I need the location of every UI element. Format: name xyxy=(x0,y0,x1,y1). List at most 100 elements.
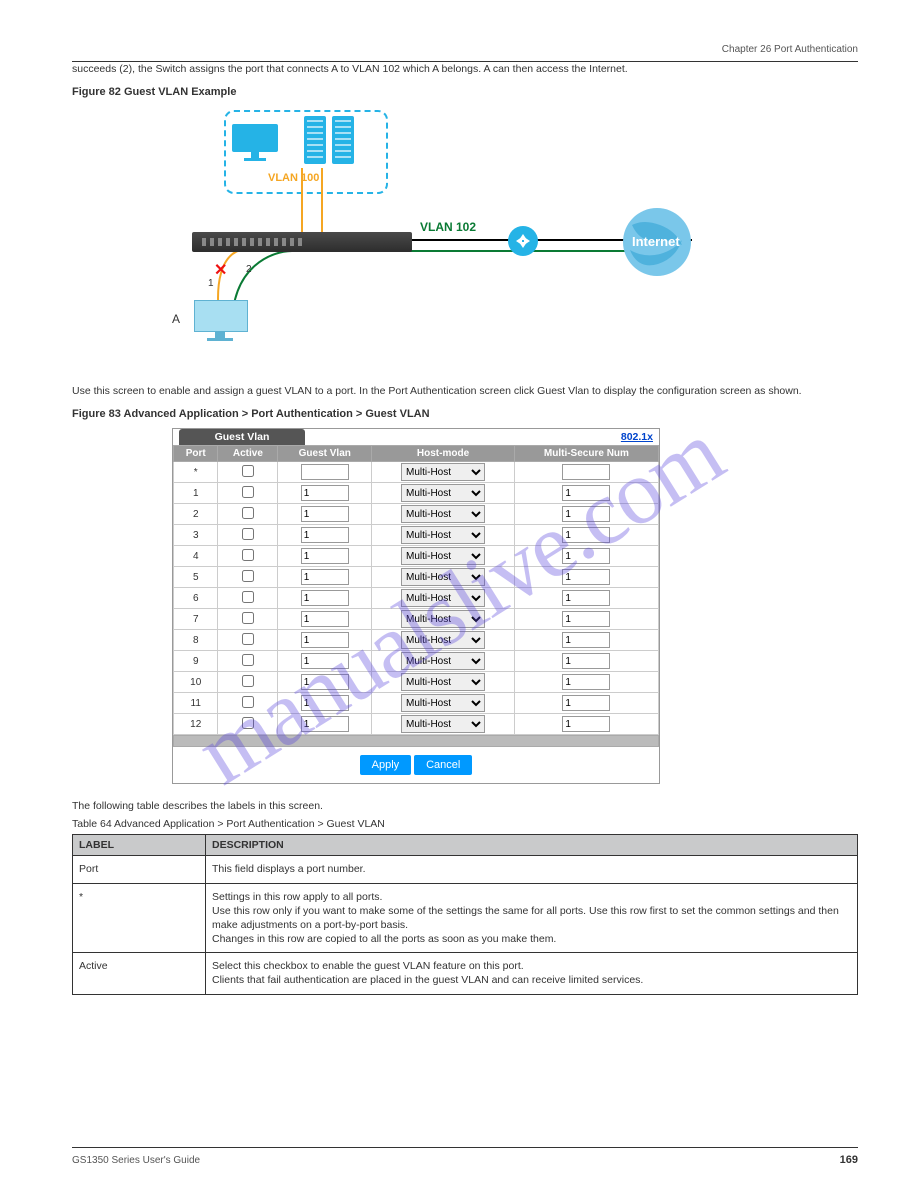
multi-secure-num-input[interactable] xyxy=(562,485,610,501)
screenshot-tab[interactable]: Guest Vlan xyxy=(179,429,305,445)
host-mode-select[interactable]: Multi-Host xyxy=(401,505,485,523)
desc-desc-cell: Settings in this row apply to all ports.… xyxy=(206,883,858,953)
active-checkbox[interactable] xyxy=(242,591,254,603)
multi-secure-num-input[interactable] xyxy=(562,632,610,648)
active-checkbox[interactable] xyxy=(242,570,254,582)
guest-vlan-table: PortActiveGuest VlanHost-modeMulti-Secur… xyxy=(173,445,659,735)
multi-secure-num-input[interactable] xyxy=(562,611,610,627)
col-header: Multi-Secure Num xyxy=(514,446,658,462)
port-cell: 11 xyxy=(174,693,218,714)
guest-vlan-input[interactable] xyxy=(301,674,349,690)
multi-secure-num-input[interactable] xyxy=(562,716,610,732)
active-checkbox[interactable] xyxy=(242,549,254,561)
guest-vlan-input[interactable] xyxy=(301,527,349,543)
internet-label: Internet xyxy=(632,234,680,249)
server-icon-2 xyxy=(332,116,354,164)
desc-th-desc: DESCRIPTION xyxy=(206,835,858,856)
guest-vlan-input[interactable] xyxy=(301,506,349,522)
guest-vlan-input[interactable] xyxy=(301,632,349,648)
host-mode-select[interactable]: Multi-Host xyxy=(401,610,485,628)
guest-vlan-input[interactable] xyxy=(301,464,349,480)
multi-secure-num-input[interactable] xyxy=(562,464,610,480)
guest-vlan-input[interactable] xyxy=(301,590,349,606)
figure-82-title: Figure 82 Guest VLAN Example xyxy=(72,86,858,98)
multi-secure-num-input[interactable] xyxy=(562,695,610,711)
guest-vlan-screenshot: Guest Vlan 802.1x PortActiveGuest VlanHo… xyxy=(172,428,660,784)
port-cell: 9 xyxy=(174,651,218,672)
cancel-button[interactable]: Cancel xyxy=(414,755,472,775)
port-cell: 3 xyxy=(174,525,218,546)
paragraph-intro: succeeds (2), the Switch assigns the por… xyxy=(72,62,858,76)
port-cell: 8 xyxy=(174,630,218,651)
vlan100-label: VLAN 100 xyxy=(268,172,319,184)
multi-secure-num-input[interactable] xyxy=(562,548,610,564)
apply-button[interactable]: Apply xyxy=(360,755,412,775)
port-cell: 12 xyxy=(174,714,218,735)
host-mode-select[interactable]: Multi-Host xyxy=(401,589,485,607)
host-mode-select[interactable]: Multi-Host xyxy=(401,568,485,586)
monitor-icon xyxy=(232,124,278,160)
active-checkbox[interactable] xyxy=(242,465,254,477)
desc-label-cell: Active xyxy=(73,953,206,994)
host-mode-select[interactable]: Multi-Host xyxy=(401,652,485,670)
desc-label-cell: Port xyxy=(73,856,206,883)
host-mode-select[interactable]: Multi-Host xyxy=(401,463,485,481)
port-cell: 2 xyxy=(174,504,218,525)
guest-vlan-input[interactable] xyxy=(301,485,349,501)
multi-secure-num-input[interactable] xyxy=(562,590,610,606)
port-cell: 6 xyxy=(174,588,218,609)
desc-desc-cell: Select this checkbox to enable the guest… xyxy=(206,953,858,994)
link-8021x[interactable]: 802.1x xyxy=(621,431,653,443)
active-checkbox[interactable] xyxy=(242,507,254,519)
x-mark-icon: ✕ xyxy=(214,260,227,280)
active-checkbox[interactable] xyxy=(242,633,254,645)
desc-label-cell: * xyxy=(73,883,206,953)
host-mode-select[interactable]: Multi-Host xyxy=(401,484,485,502)
vlan102-label: VLAN 102 xyxy=(420,220,476,234)
active-checkbox[interactable] xyxy=(242,675,254,687)
paragraph-body2: Use this screen to enable and assign a g… xyxy=(72,384,858,398)
active-checkbox[interactable] xyxy=(242,696,254,708)
internet-globe-icon: Internet xyxy=(612,200,702,284)
multi-secure-num-input[interactable] xyxy=(562,527,610,543)
desc-th-label: LABEL xyxy=(73,835,206,856)
port-cell: 5 xyxy=(174,567,218,588)
guest-vlan-input[interactable] xyxy=(301,569,349,585)
host-mode-select[interactable]: Multi-Host xyxy=(401,631,485,649)
host-mode-select[interactable]: Multi-Host xyxy=(401,526,485,544)
client-pc-icon xyxy=(194,300,246,342)
host-mode-select[interactable]: Multi-Host xyxy=(401,715,485,733)
host-mode-select[interactable]: Multi-Host xyxy=(401,547,485,565)
guest-vlan-input[interactable] xyxy=(301,611,349,627)
col-header: Port xyxy=(174,446,218,462)
multi-secure-num-input[interactable] xyxy=(562,569,610,585)
host-mode-select[interactable]: Multi-Host xyxy=(401,694,485,712)
guest-vlan-input[interactable] xyxy=(301,695,349,711)
header-right: Chapter 26 Port Authentication xyxy=(722,44,858,55)
description-table: LABEL DESCRIPTION PortThis field display… xyxy=(72,834,858,994)
router-node-icon xyxy=(508,226,538,256)
col-header: Guest Vlan xyxy=(278,446,372,462)
active-checkbox[interactable] xyxy=(242,528,254,540)
active-checkbox[interactable] xyxy=(242,486,254,498)
port-cell: 4 xyxy=(174,546,218,567)
marker-A: A xyxy=(172,312,180,326)
guest-vlan-input[interactable] xyxy=(301,716,349,732)
marker-1: 1 xyxy=(208,278,214,289)
col-header: Active xyxy=(218,446,278,462)
port-cell: * xyxy=(174,462,218,483)
switch-icon xyxy=(192,232,412,252)
host-mode-select[interactable]: Multi-Host xyxy=(401,673,485,691)
port-cell: 1 xyxy=(174,483,218,504)
active-checkbox[interactable] xyxy=(242,654,254,666)
page-number: 169 xyxy=(840,1154,858,1166)
multi-secure-num-input[interactable] xyxy=(562,674,610,690)
guest-vlan-input[interactable] xyxy=(301,653,349,669)
port-cell: 7 xyxy=(174,609,218,630)
multi-secure-num-input[interactable] xyxy=(562,653,610,669)
active-checkbox[interactable] xyxy=(242,717,254,729)
desc-table-title: Table 64 Advanced Application > Port Aut… xyxy=(72,818,858,830)
guest-vlan-input[interactable] xyxy=(301,548,349,564)
active-checkbox[interactable] xyxy=(242,612,254,624)
multi-secure-num-input[interactable] xyxy=(562,506,610,522)
